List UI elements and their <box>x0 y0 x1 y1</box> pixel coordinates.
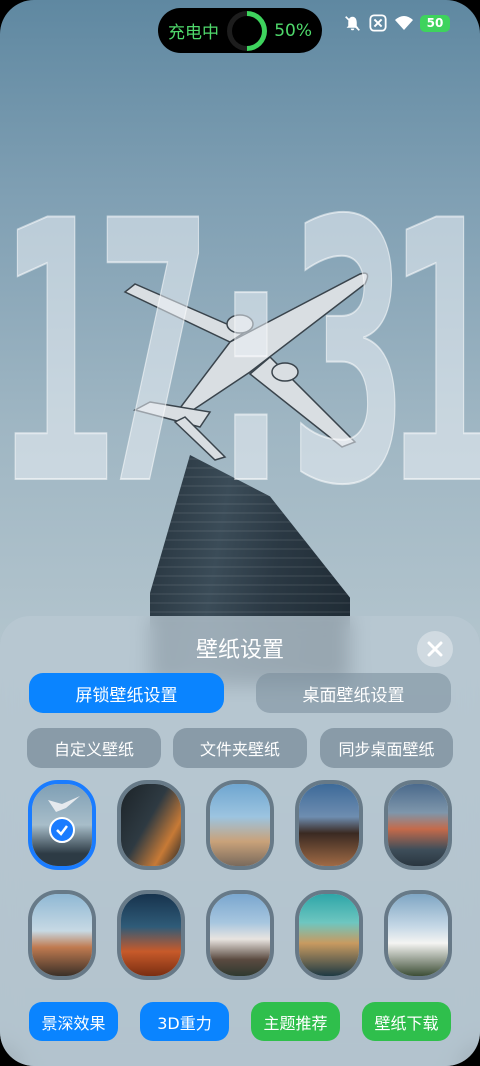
wallpaper-thumb[interactable] <box>28 890 96 980</box>
charging-label: 充电中 <box>168 23 219 43</box>
wallpaper-thumb[interactable] <box>384 890 452 980</box>
selected-check-icon <box>49 817 75 843</box>
lock-screen: 17:31 充电中 50% 50 壁纸设置 屏锁壁纸设置 桌面壁纸设置 自定义壁… <box>0 0 480 1066</box>
folder-wallpaper-button[interactable]: 文件夹壁纸 <box>173 728 307 768</box>
theme-recommend-button[interactable]: 主题推荐 <box>251 1002 340 1041</box>
airplane-icon <box>48 796 80 812</box>
wifi-icon <box>394 13 414 33</box>
charging-ring <box>226 10 267 51</box>
charging-percent: 50% <box>274 20 312 41</box>
close-button[interactable] <box>417 631 453 667</box>
depth-effect-button[interactable]: 景深效果 <box>29 1002 118 1041</box>
wallpaper-thumb[interactable] <box>28 780 96 870</box>
wallpaper-thumb[interactable] <box>295 890 363 980</box>
custom-wallpaper-button[interactable]: 自定义壁纸 <box>27 728 161 768</box>
lock-clock: 17:31 <box>0 145 480 564</box>
wallpaper-thumb[interactable] <box>117 780 185 870</box>
charging-indicator: 充电中 50% <box>158 8 322 53</box>
wallpaper-thumb[interactable] <box>117 890 185 980</box>
close-box-icon <box>368 13 388 33</box>
status-icons: 50 <box>342 13 450 33</box>
3d-gravity-button[interactable]: 3D重力 <box>140 1002 229 1041</box>
tab-lockscreen-wallpaper[interactable]: 屏锁壁纸设置 <box>29 673 224 713</box>
bell-muted-icon <box>342 13 362 33</box>
wallpaper-download-button[interactable]: 壁纸下载 <box>362 1002 451 1041</box>
wallpaper-thumb[interactable] <box>206 890 274 980</box>
wallpaper-thumb[interactable] <box>295 780 363 870</box>
wallpaper-thumb[interactable] <box>206 780 274 870</box>
sync-home-wallpaper-button[interactable]: 同步桌面壁纸 <box>320 728 453 768</box>
battery-icon: 50 <box>420 14 450 32</box>
tab-home-wallpaper[interactable]: 桌面壁纸设置 <box>256 673 451 713</box>
close-icon <box>427 641 443 657</box>
panel-title: 壁纸设置 <box>195 638 284 663</box>
wallpaper-thumb[interactable] <box>384 780 452 870</box>
